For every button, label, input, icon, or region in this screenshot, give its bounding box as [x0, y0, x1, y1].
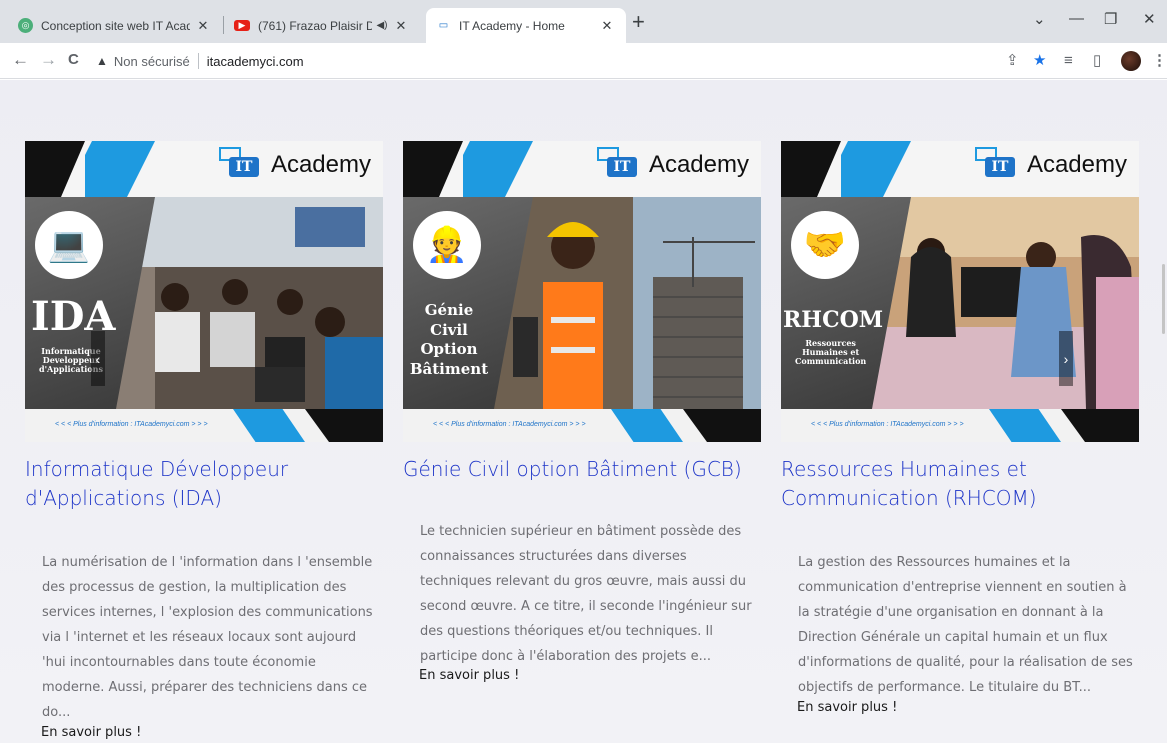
program-description: La numérisation de l 'information dans l…: [42, 555, 373, 720]
tab-close-icon[interactable]: ✕: [598, 18, 616, 34]
banner-info-text: < < < Plus d'information : ITAcademyci.c…: [55, 421, 208, 428]
warning-triangle-icon[interactable]: ▲: [96, 54, 108, 68]
tab-title: IT Academy - Home: [459, 18, 565, 33]
program-description: La gestion des Ressources humaines et la…: [798, 555, 1133, 695]
tab-close-icon[interactable]: ✕: [392, 18, 410, 34]
tab-it-academy[interactable]: ▭ IT Academy - Home ✕: [426, 8, 626, 43]
banner-footer: < < < Plus d'information : ITAcademyci.c…: [403, 409, 761, 442]
address-bar[interactable]: ▲ Non sécurisé itacademyci.com: [96, 47, 976, 75]
address-divider: [197, 53, 199, 69]
page-scrollbar[interactable]: [1162, 264, 1165, 334]
back-button[interactable]: ←: [12, 50, 29, 70]
banner-header: IT Academy: [25, 141, 383, 197]
tab-close-icon[interactable]: ✕: [194, 18, 212, 34]
read-more-link[interactable]: En savoir plus !: [41, 725, 141, 740]
bookmark-star-icon[interactable]: ★: [1033, 52, 1046, 70]
banner-abbr: Génie Civil Option Bâtiment: [409, 301, 489, 378]
window-close-button[interactable]: ✕: [1143, 10, 1156, 28]
it-academy-logo: IT Academy: [218, 147, 371, 183]
program-banner[interactable]: IT Academy 🤝 RHCOM Ressources Humaines e…: [781, 141, 1139, 442]
audio-playing-icon[interactable]: ◀): [376, 20, 388, 31]
tab-youtube[interactable]: ▶ (761) Frazao Plaisir DJANFAH ◀) ✕: [224, 8, 420, 43]
program-banner[interactable]: IT Academy 💻 IDA Informatique Developpeu…: [25, 141, 383, 442]
url-text[interactable]: itacademyci.com: [207, 54, 304, 69]
slider-next-button[interactable]: ›: [1059, 331, 1073, 386]
program-banner[interactable]: IT Academy 👷 Génie Civil Option Bâtiment…: [403, 141, 761, 442]
forward-button[interactable]: →: [40, 50, 57, 70]
read-more-link[interactable]: En savoir plus !: [797, 700, 897, 715]
side-panel-icon[interactable]: ▯: [1093, 52, 1101, 70]
banner-footer: < < < Plus d'information : ITAcademyci.c…: [781, 409, 1139, 442]
meeting-photo: [871, 197, 1139, 409]
construction-photo: [493, 197, 761, 409]
new-tab-button[interactable]: +: [632, 11, 645, 33]
tab-title: (761) Frazao Plaisir DJANFAH: [258, 18, 372, 33]
tab-conception[interactable]: ◎ Conception site web IT Academy. ✕: [8, 8, 222, 43]
program-title[interactable]: Informatique Développeur d'Applications …: [25, 455, 383, 513]
classroom-photo: [115, 197, 383, 409]
it-academy-favicon-icon: ▭: [438, 20, 449, 31]
youtube-favicon-icon: ▶: [234, 20, 250, 31]
banner-footer: < < < Plus d'information : ITAcademyci.c…: [25, 409, 383, 442]
browser-toolbar: ← → C ▲ Non sécurisé itacademyci.com ⇪ ★…: [0, 43, 1167, 79]
laptop-icon: 💻: [35, 211, 103, 279]
banner-info-text: < < < Plus d'information : ITAcademyci.c…: [433, 421, 586, 428]
program-title[interactable]: Ressources Humaines et Communication (RH…: [781, 455, 1139, 513]
tab-search-icon[interactable]: ⌄: [1033, 10, 1046, 28]
security-status[interactable]: Non sécurisé: [114, 54, 190, 69]
profile-avatar[interactable]: [1121, 51, 1141, 71]
page-content: IT Academy 💻 IDA Informatique Developpeu…: [0, 80, 1167, 743]
tab-strip: ◎ Conception site web IT Academy. ✕ ▶ (7…: [0, 0, 1167, 43]
it-academy-logo: IT Academy: [974, 147, 1127, 183]
program-title[interactable]: Génie Civil option Bâtiment (GCB): [403, 455, 761, 484]
banner-abbr-subtitle: Ressources Humaines et Communication: [795, 338, 867, 366]
program-description: Le technicien supérieur en bâtiment poss…: [420, 524, 752, 664]
read-more-link[interactable]: En savoir plus !: [419, 668, 519, 683]
worker-icon: 👷: [413, 211, 481, 279]
banner-info-text: < < < Plus d'information : ITAcademyci.c…: [811, 421, 964, 428]
slider-prev-button[interactable]: ‹: [91, 331, 105, 386]
banner-header: IT Academy: [781, 141, 1139, 197]
menu-icon[interactable]: ⋮: [1152, 52, 1167, 70]
restore-button[interactable]: ❐: [1104, 10, 1117, 28]
share-icon[interactable]: ⇪: [1006, 52, 1019, 70]
handshake-icon: 🤝: [791, 211, 859, 279]
reading-list-icon[interactable]: ≡: [1064, 52, 1073, 70]
minimize-button[interactable]: —: [1069, 10, 1084, 27]
reload-button[interactable]: C: [68, 50, 79, 70]
it-academy-logo: IT Academy: [596, 147, 749, 183]
site-favicon-icon: ◎: [18, 18, 33, 33]
banner-abbr: RHCOM: [783, 307, 884, 333]
banner-header: IT Academy: [403, 141, 761, 197]
tab-title: Conception site web IT Academy.: [41, 18, 190, 33]
